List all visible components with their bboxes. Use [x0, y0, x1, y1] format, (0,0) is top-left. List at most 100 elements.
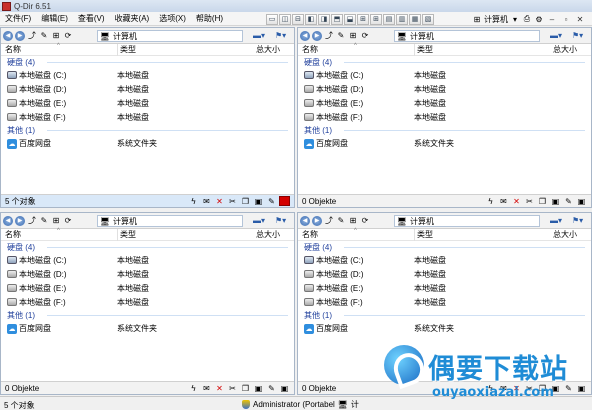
- menu-edit[interactable]: 编辑(E): [36, 12, 73, 26]
- menu-file[interactable]: 文件(F): [0, 12, 36, 26]
- layout-3a-icon[interactable]: ◧: [305, 13, 317, 25]
- pane-top-left[interactable]: ◀ ▶ ⤴ ✎ ⊞ ⟳ 🖥 计算机 ▬▾ ⚑▾ ^ 名称 类型 总大小 硬盘 (…: [0, 27, 295, 208]
- lightning-icon[interactable]: ϟ: [188, 383, 199, 393]
- list-item[interactable]: 本地磁盘 (D:) 本地磁盘: [298, 267, 591, 281]
- cut-icon[interactable]: ✂: [524, 196, 535, 206]
- menu-options[interactable]: 选项(X): [154, 12, 191, 26]
- settings-icon[interactable]: ⚙: [534, 14, 544, 24]
- list-item[interactable]: ☁ 百度网盘 系统文件夹: [298, 321, 591, 335]
- refresh-icon[interactable]: ⟳: [360, 31, 370, 41]
- path-input[interactable]: 🖥 计算机: [97, 215, 243, 227]
- path-input[interactable]: 🖥 计算机: [394, 30, 540, 42]
- group-other[interactable]: 其他 (1): [1, 124, 294, 136]
- cut-icon[interactable]: ✂: [227, 196, 238, 206]
- column-type[interactable]: 类型: [414, 43, 433, 56]
- new-folder-icon[interactable]: ✎: [336, 216, 346, 226]
- print-icon[interactable]: ⎙: [522, 14, 532, 24]
- layout-2v-icon[interactable]: ◫: [279, 13, 291, 25]
- up-folder-icon[interactable]: ⤴: [27, 31, 37, 41]
- pane-toggle-icon[interactable]: ▣: [279, 383, 290, 393]
- refresh-icon[interactable]: ⟳: [360, 216, 370, 226]
- object-count[interactable]: 5 个对象: [5, 196, 36, 207]
- column-type[interactable]: 类型: [414, 228, 433, 241]
- details-view-icon[interactable]: ▬▾: [253, 30, 269, 41]
- view-mode-icon[interactable]: ⊞: [348, 31, 358, 41]
- delete-icon[interactable]: ✕: [214, 383, 225, 393]
- forward-icon[interactable]: ▶: [312, 30, 322, 41]
- group-drives[interactable]: 硬盘 (4): [1, 241, 294, 253]
- refresh-icon[interactable]: ⟳: [63, 31, 73, 41]
- list-item[interactable]: 本地磁盘 (E:) 本地磁盘: [298, 96, 591, 110]
- object-count[interactable]: 0 Objekte: [5, 384, 39, 393]
- layout-1-icon[interactable]: ▭: [266, 13, 278, 25]
- group-drives[interactable]: 硬盘 (4): [1, 56, 294, 68]
- column-size[interactable]: 总大小: [256, 44, 280, 55]
- active-pane-icon[interactable]: [279, 196, 290, 206]
- list-item[interactable]: 本地磁盘 (C:) 本地磁盘: [1, 68, 294, 82]
- layout-extra-icon[interactable]: ▧: [422, 13, 434, 25]
- back-icon[interactable]: ◀: [300, 215, 310, 226]
- view-mode-icon[interactable]: ⊞: [51, 31, 61, 41]
- forward-icon[interactable]: ▶: [15, 215, 25, 226]
- list-item[interactable]: 本地磁盘 (F:) 本地磁盘: [298, 295, 591, 309]
- delete-icon[interactable]: ✕: [214, 196, 225, 206]
- list-item[interactable]: 本地磁盘 (E:) 本地磁盘: [298, 281, 591, 295]
- lightning-icon[interactable]: ϟ: [485, 196, 496, 206]
- view-mode-icon[interactable]: ⊞: [51, 216, 61, 226]
- chevron-down-icon[interactable]: ▾: [510, 14, 520, 24]
- new-folder-icon[interactable]: ✎: [336, 31, 346, 41]
- new-folder-icon[interactable]: ✎: [39, 31, 49, 41]
- layout-4-icon[interactable]: ⊞: [357, 13, 369, 25]
- group-other[interactable]: 其他 (1): [298, 309, 591, 321]
- cut-icon[interactable]: ✂: [227, 383, 238, 393]
- pane-bottom-left[interactable]: ◀ ▶ ⤴ ✎ ⊞ ⟳ 🖥 计算机 ▬▾ ⚑▾ ^ 名称 类型 总大小 硬盘 (…: [0, 212, 295, 395]
- menu-view[interactable]: 查看(V): [73, 12, 110, 26]
- path-input[interactable]: 🖥 计算机: [394, 215, 540, 227]
- group-drives[interactable]: 硬盘 (4): [298, 241, 591, 253]
- column-size[interactable]: 总大小: [553, 229, 577, 240]
- list-item[interactable]: ☁ 百度网盘 系统文件夹: [298, 136, 591, 150]
- close-button[interactable]: ✕: [574, 14, 586, 24]
- layout-3b-icon[interactable]: ◨: [318, 13, 330, 25]
- object-count[interactable]: 0 Objekte: [302, 197, 336, 206]
- copy-icon[interactable]: ❐: [240, 196, 251, 206]
- details-view-icon[interactable]: ▬▾: [550, 30, 566, 41]
- email-icon[interactable]: ✉: [498, 196, 509, 206]
- column-name[interactable]: 名称: [5, 44, 21, 55]
- back-icon[interactable]: ◀: [300, 30, 310, 41]
- new-folder-icon[interactable]: ✎: [39, 216, 49, 226]
- layout-3c-icon[interactable]: ⬒: [331, 13, 343, 25]
- minimize-button[interactable]: –: [546, 14, 558, 24]
- list-item[interactable]: ☁ 百度网盘 系统文件夹: [1, 321, 294, 335]
- pane-toggle-icon[interactable]: ▣: [576, 196, 587, 206]
- list-item[interactable]: 本地磁盘 (D:) 本地磁盘: [1, 82, 294, 96]
- layout-tab-icon[interactable]: ▤: [383, 13, 395, 25]
- paste-icon[interactable]: ▣: [253, 196, 264, 206]
- rename-icon[interactable]: ✎: [563, 196, 574, 206]
- delete-icon[interactable]: ✕: [511, 196, 522, 206]
- list-item[interactable]: 本地磁盘 (E:) 本地磁盘: [1, 96, 294, 110]
- list-item[interactable]: 本地磁盘 (E:) 本地磁盘: [1, 281, 294, 295]
- email-icon[interactable]: ✉: [201, 383, 212, 393]
- maximize-button[interactable]: ▫: [560, 14, 572, 24]
- path-input[interactable]: 🖥 计算机: [97, 30, 243, 42]
- layout-3d-icon[interactable]: ⬓: [344, 13, 356, 25]
- top-location-label[interactable]: 计算机: [484, 14, 508, 25]
- list-item[interactable]: 本地磁盘 (C:) 本地磁盘: [298, 68, 591, 82]
- up-folder-icon[interactable]: ⤴: [324, 216, 334, 226]
- paste-icon[interactable]: ▣: [253, 383, 264, 393]
- column-name[interactable]: 名称: [5, 229, 21, 240]
- favorites-icon[interactable]: ⚑▾: [572, 30, 588, 41]
- up-folder-icon[interactable]: ⤴: [27, 216, 37, 226]
- view-mode-icon[interactable]: ⊞: [348, 216, 358, 226]
- column-name[interactable]: 名称: [302, 229, 318, 240]
- layout-tree-icon[interactable]: ▥: [396, 13, 408, 25]
- column-size[interactable]: 总大小: [256, 229, 280, 240]
- menu-help[interactable]: 帮助(H): [191, 12, 228, 26]
- column-name[interactable]: 名称: [302, 44, 318, 55]
- email-icon[interactable]: ✉: [201, 196, 212, 206]
- group-other[interactable]: 其他 (1): [298, 124, 591, 136]
- menu-favorites[interactable]: 收藏夹(A): [110, 12, 155, 26]
- layout-2h-icon[interactable]: ⊟: [292, 13, 304, 25]
- up-folder-icon[interactable]: ⤴: [324, 31, 334, 41]
